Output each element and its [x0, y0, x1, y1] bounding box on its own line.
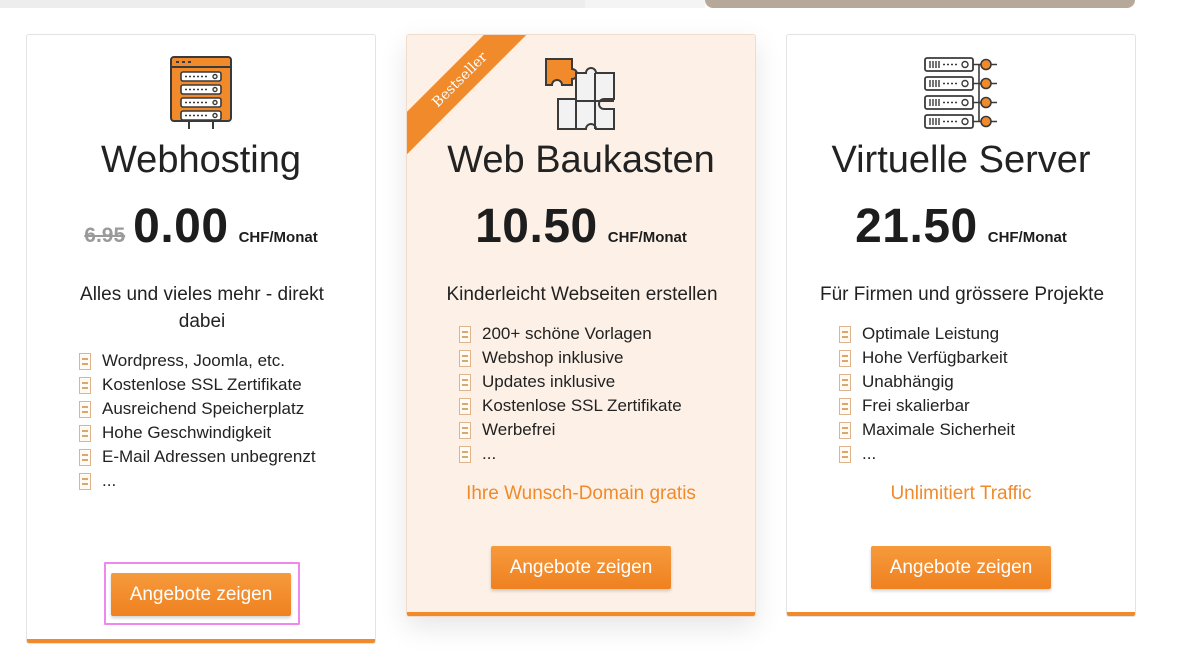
price-unit: CHF/Monat	[987, 229, 1067, 246]
bullet-icon	[459, 421, 471, 439]
bullet-icon	[839, 373, 851, 391]
bullet-icon	[839, 397, 851, 415]
bullet-icon	[79, 472, 91, 490]
old-price: 6.95	[84, 224, 126, 247]
feature-item: 200+ schöne Vorlagen	[459, 322, 682, 346]
pricing-card-web-baukasten: Bestseller Web Baukasten 10.50 CHF/Monat…	[406, 34, 756, 617]
card-description: Alles und vieles mehr - direkt dabei	[80, 284, 324, 332]
highlight-text: Ihre Wunsch-Domain gratis	[466, 483, 696, 504]
show-offers-button[interactable]: Angebote zeigen	[111, 573, 291, 616]
card-title: Web Baukasten	[447, 139, 715, 181]
price: 10.50	[475, 200, 598, 253]
feature-item: ...	[839, 442, 1015, 466]
feature-item: Wordpress, Joomla, etc.	[79, 349, 316, 373]
server-window-icon	[170, 56, 232, 129]
feature-item: Unabhängig	[839, 370, 1015, 394]
bullet-icon	[459, 373, 471, 391]
bullet-icon	[79, 352, 91, 370]
bullet-icon	[79, 448, 91, 466]
feature-item: Frei skalierbar	[839, 394, 1015, 418]
server-network-icon	[924, 57, 997, 129]
card-accent-bar	[27, 639, 375, 643]
price: 0.00	[133, 200, 229, 253]
card-description: Für Firmen und grössere Projekte	[819, 284, 1105, 305]
hero-image-edge	[0, 0, 1204, 8]
bullet-icon	[839, 421, 851, 439]
bullet-icon	[79, 424, 91, 442]
feature-item: Maximale Sicherheit	[839, 418, 1015, 442]
feature-list: 200+ schöne Vorlagen Webshop inklusive U…	[459, 322, 682, 466]
price-row: 6.95 0.00 CHF/Monat	[27, 199, 375, 254]
bullet-icon	[459, 397, 471, 415]
bullet-icon	[459, 349, 471, 367]
feature-item: Kostenlose SSL Zertifikate	[79, 373, 316, 397]
bullet-icon	[459, 445, 471, 463]
feature-item: ...	[79, 469, 316, 493]
highlight-text: Unlimitiert Traffic	[890, 483, 1032, 504]
bullet-icon	[79, 400, 91, 418]
bullet-icon	[79, 376, 91, 394]
bullet-icon	[839, 445, 851, 463]
card-accent-bar	[407, 612, 755, 616]
pricing-card-virtuelle-server: Virtuelle Server 21.50 CHF/Monat Für Fir…	[786, 34, 1136, 617]
feature-item: Werbefrei	[459, 418, 682, 442]
bullet-icon	[839, 349, 851, 367]
feature-list: Optimale Leistung Hohe Verfügbarkeit Una…	[839, 322, 1015, 466]
puzzle-icon	[545, 58, 615, 130]
price-unit: CHF/Monat	[238, 229, 318, 246]
show-offers-button[interactable]: Angebote zeigen	[491, 546, 671, 589]
price-row: 21.50 CHF/Monat	[787, 199, 1135, 254]
price-unit: CHF/Monat	[607, 229, 687, 246]
feature-item: E-Mail Adressen unbegrenzt	[79, 445, 316, 469]
price: 21.50	[855, 200, 978, 253]
feature-item: Updates inklusive	[459, 370, 682, 394]
price-row: 10.50 CHF/Monat	[407, 199, 755, 254]
card-description: Kinderleicht Webseiten erstellen	[446, 284, 718, 305]
feature-item: ...	[459, 442, 682, 466]
feature-item: Hohe Geschwindigkeit	[79, 421, 316, 445]
bullet-icon	[839, 325, 851, 343]
card-title: Webhosting	[101, 139, 301, 181]
card-title: Virtuelle Server	[831, 139, 1091, 181]
feature-item: Hohe Verfügbarkeit	[839, 346, 1015, 370]
card-accent-bar	[787, 612, 1135, 616]
feature-item: Kostenlose SSL Zertifikate	[459, 394, 682, 418]
pricing-card-webhosting: Webhosting 6.95 0.00 CHF/Monat Alles und…	[26, 34, 376, 644]
show-offers-button[interactable]: Angebote zeigen	[871, 546, 1051, 589]
feature-item: Webshop inklusive	[459, 346, 682, 370]
feature-list: Wordpress, Joomla, etc. Kostenlose SSL Z…	[79, 349, 316, 493]
bullet-icon	[459, 325, 471, 343]
feature-item: Optimale Leistung	[839, 322, 1015, 346]
feature-item: Ausreichend Speicherplatz	[79, 397, 316, 421]
